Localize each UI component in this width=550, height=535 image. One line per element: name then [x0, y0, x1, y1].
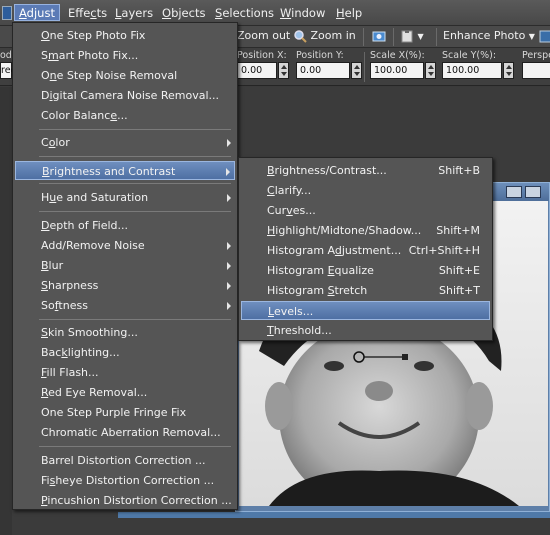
menu-separator: [39, 319, 231, 320]
submenu-item-levels[interactable]: Levels...: [241, 301, 490, 320]
submenu-arrow-icon: [226, 168, 230, 176]
menu-item-fill-flash[interactable]: Fill Flash...: [15, 363, 235, 382]
position-x-input[interactable]: 0.00: [237, 62, 277, 79]
menu-selections[interactable]: Selections: [211, 5, 278, 22]
submenu-item-highlight-midtone-shadow[interactable]: Highlight/Midtone/Shadow... Shift+M: [241, 221, 490, 240]
menu-window[interactable]: Window: [276, 5, 329, 22]
brightness-contrast-submenu: Brightness/Contrast... Shift+B Clarify...…: [238, 157, 493, 341]
scale-x-spinner[interactable]: [425, 62, 436, 79]
position-y-input[interactable]: 0.00: [296, 62, 350, 79]
scale-x-input[interactable]: 100.00: [370, 62, 424, 79]
menu-separator: [39, 183, 231, 184]
menu-item-skin-smoothing[interactable]: Skin Smoothing...: [15, 323, 235, 342]
position-x-spinner[interactable]: [278, 62, 289, 79]
menu-item-smart-photo-fix[interactable]: Smart Photo Fix...: [15, 46, 235, 65]
menu-item-color[interactable]: Color: [15, 133, 235, 152]
photo-window-bottom-edge: [118, 512, 550, 518]
menu-item-purple-fringe-fix[interactable]: One Step Purple Fringe Fix: [15, 403, 235, 422]
menu-item-brightness-and-contrast[interactable]: Brightness and Contrast: [15, 161, 235, 180]
enhance-icon: [539, 30, 550, 43]
submenu-arrow-icon: [227, 242, 231, 250]
scale-y-input[interactable]: 100.00: [442, 62, 502, 79]
shortcut-label: Shift+B: [438, 164, 480, 177]
menu-item-pincushion-distortion-correction[interactable]: Pincushion Distortion Correction ...: [15, 491, 235, 510]
menu-item-color-balance[interactable]: Color Balance...: [15, 106, 235, 125]
menu-item-blur[interactable]: Blur: [15, 256, 235, 275]
submenu-item-histogram-adjustment[interactable]: Histogram Adjustment... Ctrl+Shift+H: [241, 241, 490, 260]
menu-adjust[interactable]: Adjust: [14, 4, 60, 21]
menu-separator: [39, 446, 231, 447]
menu-item-barrel-distortion-correction[interactable]: Barrel Distortion Correction ...: [15, 451, 235, 470]
menu-item-add-remove-noise[interactable]: Add/Remove Noise: [15, 236, 235, 255]
toolbar-separator: [393, 28, 394, 46]
submenu-item-histogram-equalize[interactable]: Histogram Equalize Shift+E: [241, 261, 490, 280]
zoom-out-button[interactable]: Zoom out: [237, 29, 290, 45]
menu-objects[interactable]: Objects: [158, 5, 209, 22]
camera-icon: [372, 31, 386, 42]
shortcut-label: Shift+E: [438, 264, 480, 277]
menu-layers[interactable]: Layers: [111, 5, 157, 22]
menu-item-chromatic-aberration-removal[interactable]: Chromatic Aberration Removal...: [15, 423, 235, 442]
submenu-arrow-icon: [227, 302, 231, 310]
menu-item-digital-camera-noise-removal[interactable]: Digital Camera Noise Removal...: [15, 86, 235, 105]
menu-help[interactable]: Help: [332, 5, 366, 22]
shortcut-label: Shift+T: [439, 284, 480, 297]
menu-separator: [39, 129, 231, 130]
menu-item-fisheye-distortion-correction[interactable]: Fisheye Distortion Correction ...: [15, 471, 235, 490]
position-y-spinner[interactable]: [351, 62, 362, 79]
toolbar-separator: [363, 28, 364, 46]
menu-item-softness[interactable]: Softness: [15, 296, 235, 315]
propbar-separator: [364, 52, 365, 82]
submenu-item-clarify[interactable]: Clarify...: [241, 181, 490, 200]
magnifier-icon: [294, 30, 307, 43]
snapshot-button[interactable]: [372, 29, 386, 45]
menu-item-red-eye-removal[interactable]: Red Eye Removal...: [15, 383, 235, 402]
menu-item-backlighting[interactable]: Backlighting...: [15, 343, 235, 362]
adjust-menu: One Step Photo Fix Smart Photo Fix... On…: [12, 22, 238, 510]
zoom-in-button[interactable]: Zoom in: [293, 29, 356, 45]
enhance-photo-dropdown[interactable]: Enhance Photo ▼: [443, 29, 535, 45]
toolbar-extra-icon[interactable]: [538, 29, 550, 45]
submenu-arrow-icon: [227, 282, 231, 290]
clipboard-icon: [401, 30, 413, 43]
submenu-arrow-icon: [227, 194, 231, 202]
perspective-input[interactable]: [522, 62, 550, 79]
submenu-item-histogram-stretch[interactable]: Histogram Stretch Shift+T: [241, 281, 490, 300]
menu-separator: [39, 211, 231, 212]
toolbar-separator: [436, 28, 437, 46]
paste-button[interactable]: ▼: [400, 29, 424, 45]
menu-item-hue-and-saturation[interactable]: Hue and Saturation: [15, 188, 235, 207]
menu-item-sharpness[interactable]: Sharpness: [15, 276, 235, 295]
menu-separator: [39, 156, 231, 157]
maximize-icon[interactable]: [525, 186, 541, 198]
scale-y-spinner[interactable]: [503, 62, 514, 79]
shortcut-label: Shift+M: [436, 224, 480, 237]
tool-palette-strip: [0, 87, 12, 535]
menu-item-one-step-noise-removal[interactable]: One Step Noise Removal: [15, 66, 235, 85]
menu-effects[interactable]: Effects: [64, 5, 111, 22]
mode-value[interactable]: ree: [0, 62, 16, 79]
submenu-arrow-icon: [227, 139, 231, 147]
submenu-item-threshold[interactable]: Threshold...: [241, 321, 490, 340]
shortcut-label: Ctrl+Shift+H: [408, 244, 480, 257]
menu-item-one-step-photo-fix[interactable]: One Step Photo Fix: [15, 26, 235, 45]
submenu-arrow-icon: [227, 262, 231, 270]
minimize-icon[interactable]: [506, 186, 522, 198]
submenu-item-brightness-contrast[interactable]: Brightness/Contrast... Shift+B: [241, 161, 490, 180]
submenu-item-curves[interactable]: Curves...: [241, 201, 490, 220]
menu-item-depth-of-field[interactable]: Depth of Field...: [15, 216, 235, 235]
